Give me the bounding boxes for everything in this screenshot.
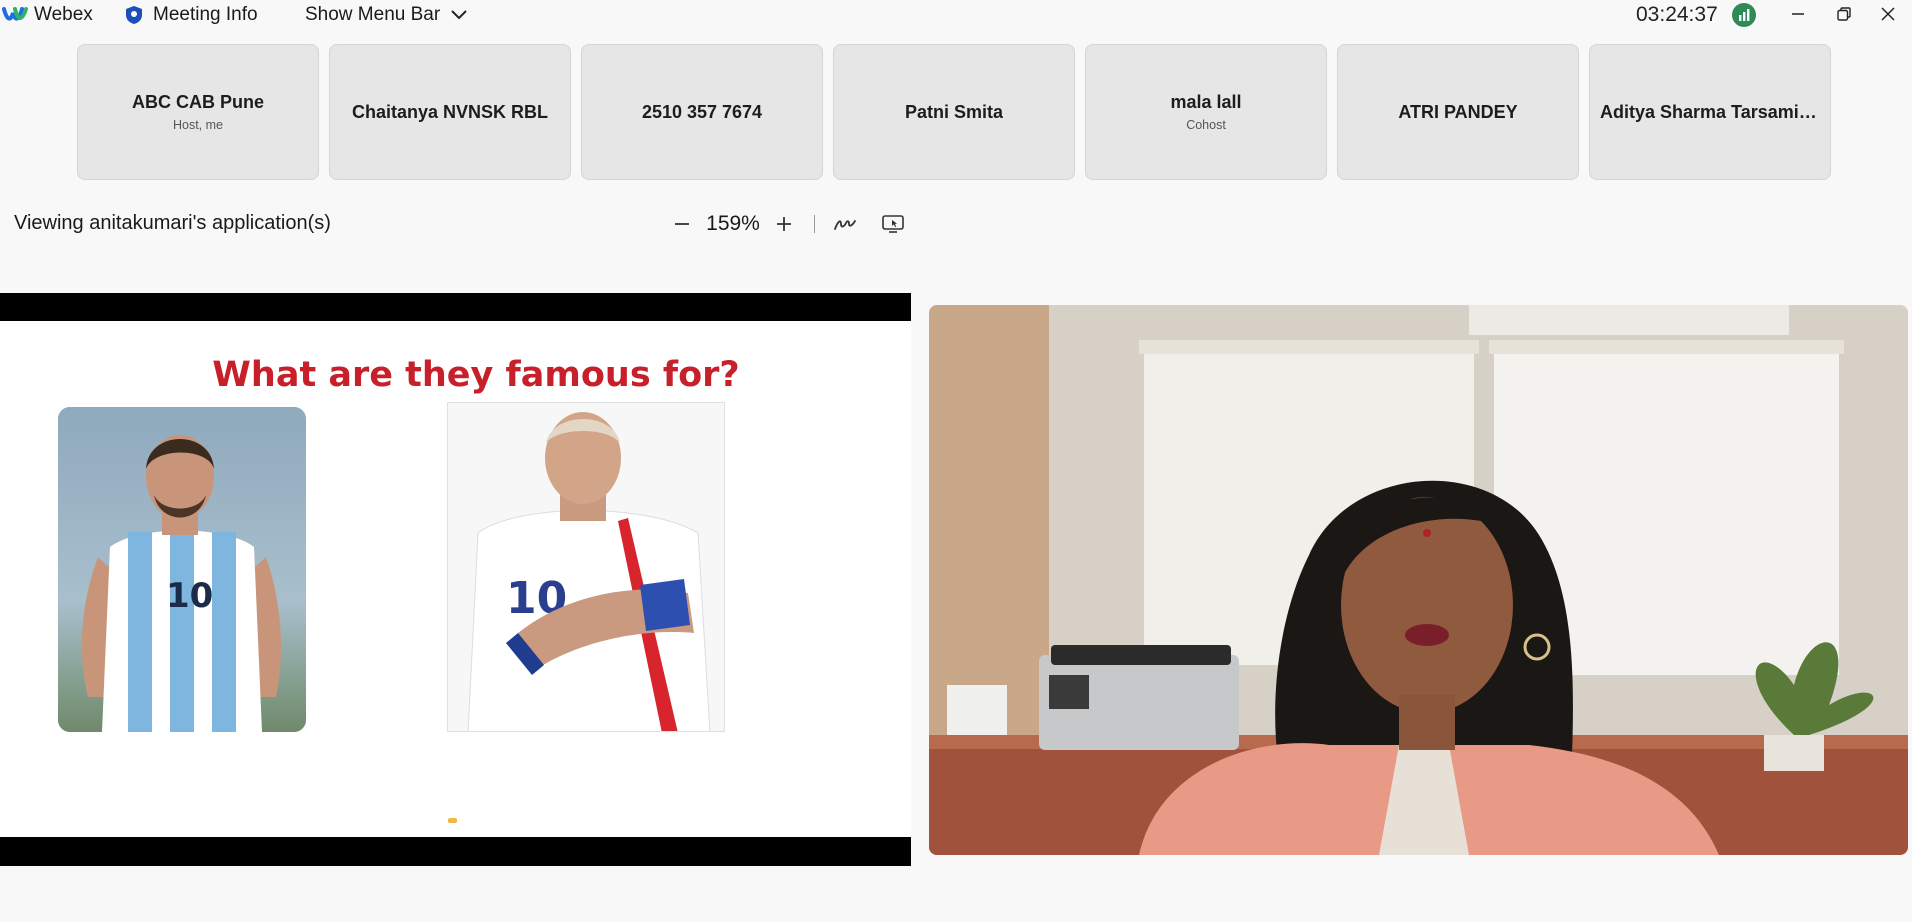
show-menu-bar-button[interactable]: Show Menu Bar: [305, 0, 468, 30]
participant-name: ABC CAB Pune: [131, 92, 264, 112]
participant-tile[interactable]: 2510 357 7674: [581, 44, 823, 180]
minimize-icon: [1792, 13, 1804, 15]
presentation-slide: What are they famous for? 10 10: [0, 321, 911, 837]
restore-icon: [1837, 7, 1851, 21]
slide-marker: [448, 818, 457, 823]
participant-name: Patni Smita: [904, 101, 1004, 122]
zoom-controls: 159%: [664, 206, 911, 242]
close-button[interactable]: [1866, 0, 1910, 28]
participant-tile[interactable]: Chaitanya NVNSK RBL: [329, 44, 571, 180]
minus-icon: [675, 223, 689, 225]
title-bar: Webex Meeting Info Show Menu Bar 03:24:3…: [0, 0, 1912, 30]
participant-name: mala lall: [1170, 92, 1242, 112]
participant-tile[interactable]: ABC CAB Pune Host, me: [77, 44, 319, 180]
divider: [814, 215, 815, 233]
footballer-photo-right: 10: [447, 402, 725, 732]
webex-app[interactable]: Webex: [2, 0, 93, 30]
restore-button[interactable]: [1822, 0, 1866, 28]
annotate-pen-icon: [834, 220, 856, 230]
participant-name: Chaitanya NVNSK RBL: [351, 101, 549, 122]
zoom-out-button[interactable]: [664, 206, 700, 242]
participant-role: Cohost: [1186, 118, 1226, 132]
show-menu-bar-label: Show Menu Bar: [305, 4, 441, 25]
webex-logo-icon: [2, 7, 28, 21]
participant-role: Host, me: [172, 118, 223, 132]
remote-control-icon: [882, 215, 904, 233]
participant-name: Aditya Sharma Tarsamiy...: [1600, 101, 1820, 122]
participant-tile[interactable]: ATRI PANDEY: [1337, 44, 1579, 180]
close-icon: [1881, 7, 1895, 21]
participant-strip: ABC CAB Pune Host, me Chaitanya NVNSK RB…: [77, 44, 1831, 180]
svg-text:10: 10: [166, 576, 213, 616]
remote-control-button[interactable]: [875, 206, 911, 242]
participant-name: 2510 357 7674: [641, 101, 763, 122]
shield-icon: [126, 6, 142, 24]
plus-icon: [777, 217, 791, 231]
minimize-button[interactable]: [1776, 0, 1820, 28]
sharing-status-label: Viewing anitakumari's application(s): [14, 212, 331, 234]
meeting-timer: 03:24:37: [1636, 3, 1718, 26]
shared-content-area[interactable]: What are they famous for? 10 10: [0, 293, 911, 866]
participant-tile[interactable]: mala lall Cohost: [1085, 44, 1327, 180]
chevron-down-icon: [451, 10, 467, 20]
participant-video[interactable]: [929, 305, 1908, 855]
network-signal-icon[interactable]: [1732, 0, 1756, 30]
footballer-photo-left: 10: [58, 407, 306, 732]
annotate-button[interactable]: [827, 206, 863, 242]
zoom-level: 159%: [706, 212, 760, 235]
participant-tile[interactable]: Patni Smita: [833, 44, 1075, 180]
meeting-info-label: Meeting Info: [153, 4, 258, 25]
participant-tile[interactable]: Aditya Sharma Tarsamiy...: [1589, 44, 1831, 180]
zoom-in-button[interactable]: [766, 206, 802, 242]
signal-bars-icon: [1732, 3, 1756, 27]
meeting-info-button[interactable]: Meeting Info: [125, 0, 258, 30]
slide-title: What are they famous for?: [212, 355, 740, 395]
participant-name: ATRI PANDEY: [1398, 101, 1518, 122]
app-name: Webex: [34, 4, 93, 25]
